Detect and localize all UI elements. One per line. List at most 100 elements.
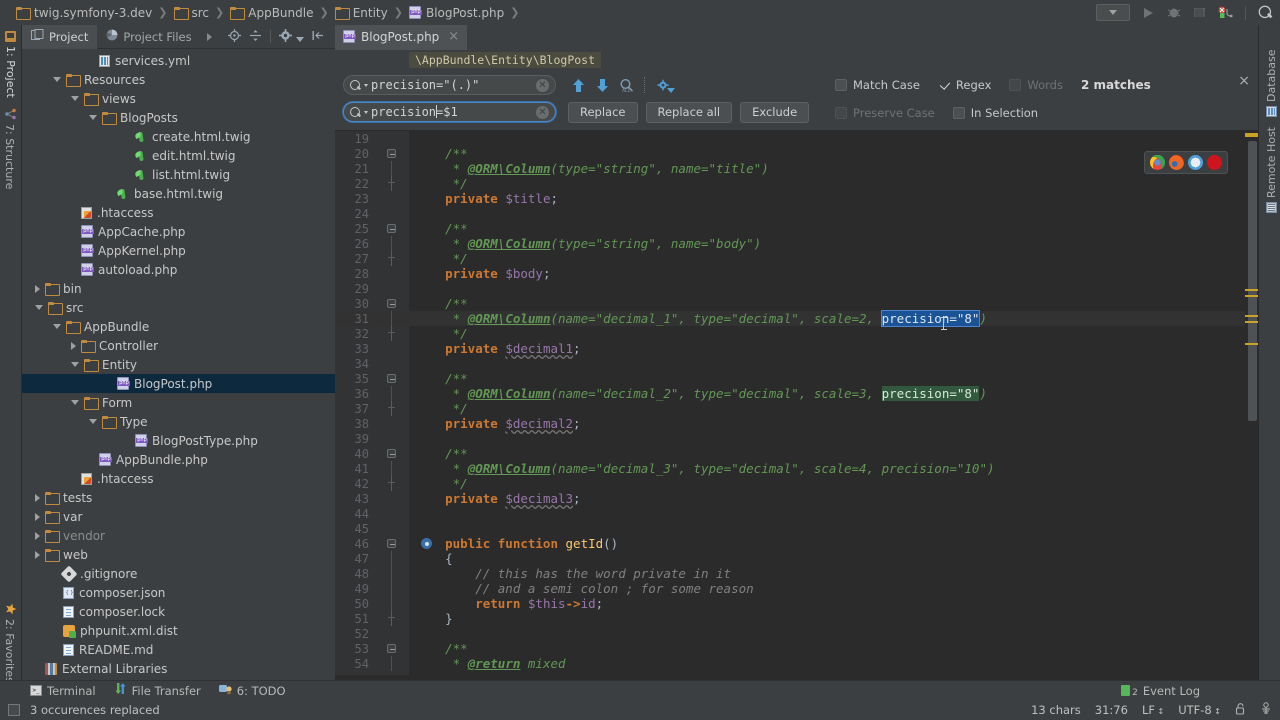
chevron-down-icon[interactable] xyxy=(53,77,61,82)
code-line[interactable]: 20 /** xyxy=(335,146,1258,161)
chrome-icon[interactable] xyxy=(1150,155,1165,170)
fold-end-marker[interactable] xyxy=(388,401,395,416)
code-line[interactable]: 19 xyxy=(335,131,1258,146)
tree-node[interactable]: vendor xyxy=(22,526,335,545)
hector-icon[interactable] xyxy=(1260,702,1272,718)
tree-node[interactable]: phpunit.xml.dist xyxy=(22,621,335,640)
gutter-markers[interactable] xyxy=(375,191,409,206)
code-line[interactable]: 23 private $title; xyxy=(335,191,1258,206)
chevron-down-icon[interactable] xyxy=(89,419,97,424)
code-line[interactable]: 40 /** xyxy=(335,446,1258,461)
editor-scrollbar[interactable] xyxy=(1245,131,1258,675)
fold-collapse-icon[interactable] xyxy=(387,644,396,653)
match-case-checkbox[interactable]: Match Case xyxy=(835,78,920,92)
filter-settings-icon[interactable] xyxy=(657,75,677,95)
clear-replace-icon[interactable]: ✕ xyxy=(536,105,549,119)
gutter-markers[interactable] xyxy=(375,341,409,356)
breadcrumb-item[interactable]: BlogPost.php xyxy=(408,6,504,20)
code-line[interactable]: 30 /** xyxy=(335,296,1258,311)
chevron-right-icon[interactable] xyxy=(71,341,76,350)
chevron-right-icon[interactable] xyxy=(35,512,40,521)
chevron-down-icon[interactable] xyxy=(71,362,79,367)
breadcrumb-item[interactable]: src xyxy=(173,6,209,20)
tool-tab-database[interactable]: Database xyxy=(1265,50,1278,117)
tree-node[interactable]: src xyxy=(22,298,335,317)
run-configuration-selector[interactable] xyxy=(1096,4,1130,21)
tool-tab-structure[interactable]: 7: Structure xyxy=(2,108,17,189)
code-line[interactable]: 33 private $decimal1; xyxy=(335,341,1258,356)
tree-node[interactable]: BlogPosts xyxy=(22,108,335,127)
project-files-tab[interactable]: Project Files xyxy=(97,25,200,49)
code-line[interactable]: 54 * @return mixed xyxy=(335,656,1258,671)
code-line[interactable]: 43 private $decimal3; xyxy=(335,491,1258,506)
gutter-markers[interactable] xyxy=(375,641,409,656)
chevron-down-icon[interactable] xyxy=(71,96,79,101)
code-editor[interactable]: 19 20 /** 21 * @ORM\Column(type="string", … xyxy=(335,131,1258,675)
code-line[interactable]: 22 */ xyxy=(335,176,1258,191)
lock-icon[interactable] xyxy=(1235,702,1246,718)
safari-icon[interactable] xyxy=(1188,155,1203,170)
tree-node[interactable]: BlogPost.php xyxy=(22,374,335,393)
code-line[interactable]: 41 * @ORM\Column(name="decimal_3", type=… xyxy=(335,461,1258,476)
gutter-markers[interactable] xyxy=(375,161,409,176)
tree-node[interactable]: base.html.twig xyxy=(22,184,335,203)
code-line[interactable]: 53 /** xyxy=(335,641,1258,656)
fold-collapse-icon[interactable] xyxy=(387,374,396,383)
firefox-icon[interactable] xyxy=(1169,155,1184,170)
tree-node[interactable]: .htaccess xyxy=(22,469,335,488)
code-line[interactable]: 48 // this has the word private in it xyxy=(335,566,1258,581)
code-line[interactable]: 29 xyxy=(335,281,1258,296)
code-line[interactable]: 49 // and a semi colon ; for some reason xyxy=(335,581,1258,596)
tree-node[interactable]: Resources xyxy=(22,70,335,89)
close-icon[interactable]: × xyxy=(448,29,459,44)
gutter-markers[interactable] xyxy=(375,521,409,536)
run-button[interactable] xyxy=(1139,4,1156,21)
gutter-markers[interactable] xyxy=(375,386,409,401)
exclude-button[interactable]: Exclude xyxy=(740,101,810,123)
tree-node[interactable]: web xyxy=(22,545,335,564)
gutter-markers[interactable] xyxy=(375,506,409,521)
code-line[interactable]: 39 xyxy=(335,431,1258,446)
history-chevron-icon[interactable] xyxy=(364,110,368,114)
gutter-markers[interactable] xyxy=(375,266,409,281)
replace-all-button[interactable]: Replace all xyxy=(645,101,733,123)
chevron-right-icon[interactable] xyxy=(35,493,40,502)
tree-node[interactable]: Entity xyxy=(22,355,335,374)
gutter-markers[interactable] xyxy=(375,311,409,326)
chevron-right-icon[interactable] xyxy=(35,284,40,293)
search-everywhere-icon[interactable] xyxy=(1257,4,1274,21)
code-line[interactable]: 35 /** xyxy=(335,371,1258,386)
code-line[interactable]: 34 xyxy=(335,356,1258,371)
close-find-panel-icon[interactable]: × xyxy=(1238,73,1250,89)
locate-icon[interactable] xyxy=(227,28,241,45)
clear-search-icon[interactable]: ✕ xyxy=(536,78,549,92)
hide-panel-icon[interactable] xyxy=(312,29,325,45)
find-next-icon[interactable] xyxy=(592,75,612,95)
gutter-markers[interactable] xyxy=(375,551,409,566)
find-all-icon[interactable]: ALL xyxy=(616,75,636,95)
gutter-markers[interactable] xyxy=(375,131,409,146)
line-separator[interactable]: LF ↕ xyxy=(1142,703,1164,717)
tree-node[interactable]: autoload.php xyxy=(22,260,335,279)
gutter-markers[interactable] xyxy=(375,251,409,266)
fold-collapse-icon[interactable] xyxy=(387,224,396,233)
code-line[interactable]: 42 */ xyxy=(335,476,1258,491)
find-previous-icon[interactable] xyxy=(568,75,588,95)
code-line[interactable]: 27 */ xyxy=(335,251,1258,266)
tool-tab-project[interactable]: 1: Project xyxy=(4,31,17,98)
chevron-down-icon[interactable] xyxy=(89,115,97,120)
code-line[interactable]: 50 return $this->id; xyxy=(335,596,1258,611)
gutter-markers[interactable] xyxy=(375,326,409,341)
gutter-markers[interactable] xyxy=(375,611,409,626)
chevron-right-icon[interactable] xyxy=(35,531,40,540)
tree-node[interactable]: Type xyxy=(22,412,335,431)
breadcrumb-item[interactable]: Entity xyxy=(334,6,388,20)
gutter-markers[interactable] xyxy=(375,371,409,386)
tree-node[interactable]: tests xyxy=(22,488,335,507)
search-input[interactable]: precision="(.)" ✕ xyxy=(343,75,556,95)
opera-icon[interactable] xyxy=(1207,155,1222,170)
fold-end-marker[interactable] xyxy=(388,251,395,266)
gutter-markers[interactable] xyxy=(375,206,409,221)
gutter-markers[interactable] xyxy=(375,296,409,311)
tree-node[interactable]: .gitignore xyxy=(22,564,335,583)
